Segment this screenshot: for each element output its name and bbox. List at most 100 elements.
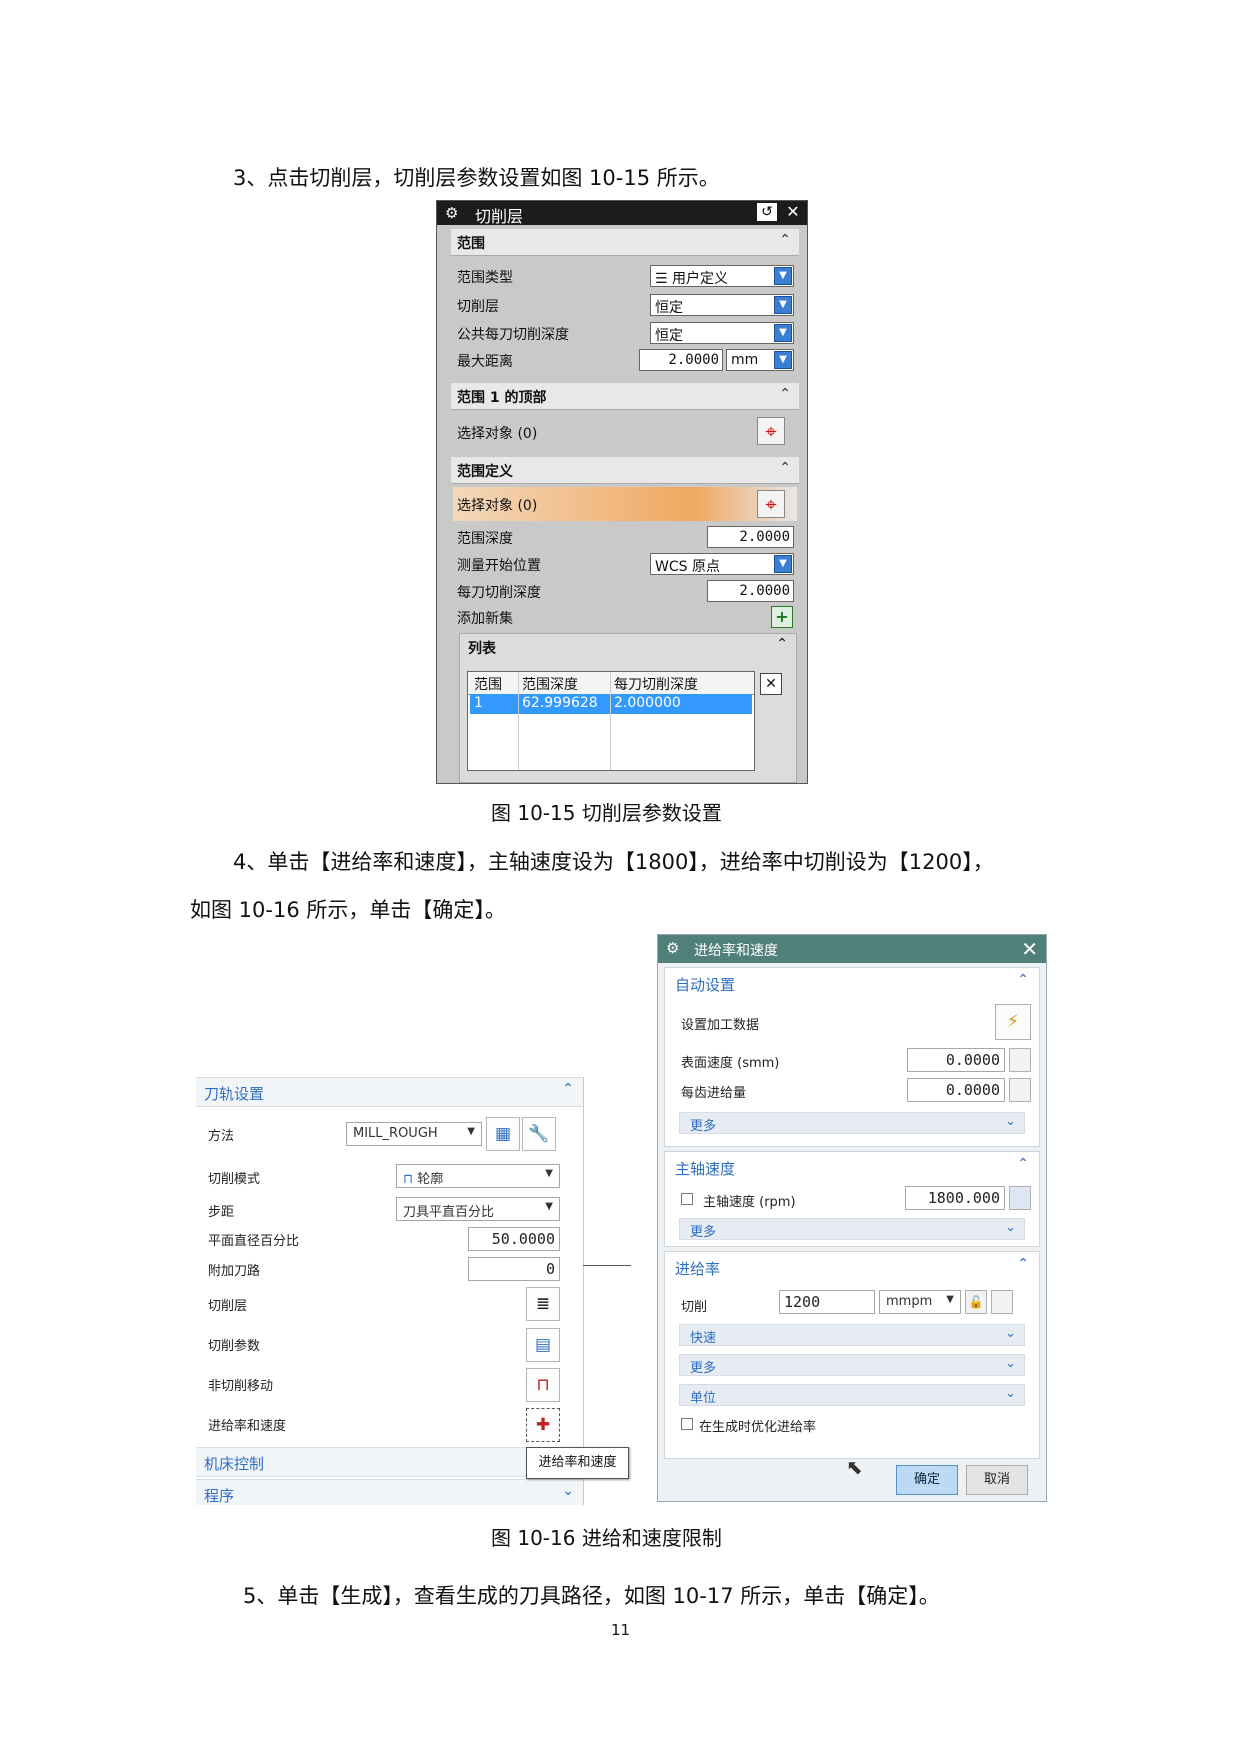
section-label: 范围 1 的顶部 [457, 390, 547, 406]
chevron-up-icon[interactable]: ⌃ [562, 1081, 574, 1097]
calculator-icon[interactable] [1009, 1048, 1031, 1072]
calculator-icon[interactable] [1009, 1078, 1031, 1102]
spindle-speed-checkbox[interactable] [681, 1193, 693, 1205]
wrench-icon[interactable]: 🔧 [522, 1117, 556, 1151]
section-auto-settings[interactable]: 自动设置 [675, 974, 735, 995]
measure-from-label: 测量开始位置 [457, 558, 541, 574]
profile-icon: ⊓ [403, 1172, 414, 1187]
dropdown-value: 恒定 [655, 300, 683, 316]
cut-feed-input[interactable]: 1200 [779, 1290, 875, 1314]
close-icon[interactable]: ✕ [783, 203, 803, 221]
more-toggle[interactable]: 更多 ⌄ [679, 1218, 1025, 1240]
more-toggle[interactable]: 更多 ⌄ [679, 1354, 1025, 1376]
section-spindle-speed[interactable]: 主轴速度 [675, 1158, 735, 1179]
cut-pattern-dropdown[interactable]: ⊓ 轮廓 ▼ [396, 1164, 560, 1188]
units-toggle[interactable]: 单位 ⌄ [679, 1384, 1025, 1406]
section-range[interactable]: 范围 ⌃ [451, 229, 799, 256]
list-label: 列表 [468, 641, 496, 657]
chevron-down-icon[interactable]: ⌄ [562, 1483, 574, 1499]
spindle-speed-input[interactable]: 1800.000 [905, 1186, 1005, 1210]
optimize-feed-checkbox[interactable] [681, 1418, 693, 1430]
section-range-definition[interactable]: 范围定义 ⌃ [451, 457, 799, 484]
chevron-up-icon[interactable]: ⌃ [1017, 972, 1029, 988]
dialog-title-bar: ⚙ 切削层 ↺ ✕ [437, 201, 807, 226]
cursor-icon: ⬉ [846, 1455, 863, 1479]
section-range-top[interactable]: 范围 1 的顶部 ⌃ [451, 383, 799, 410]
feeds-speeds-icon[interactable]: ✚ [526, 1408, 560, 1442]
rapid-label: 快速 [690, 1331, 717, 1346]
chevron-up-icon[interactable]: ⌃ [1017, 1256, 1029, 1272]
column-divider [518, 672, 519, 770]
dropdown-arrow-icon[interactable]: ▼ [774, 324, 792, 342]
chevron-up-icon[interactable]: ⌃ [779, 460, 791, 476]
chevron-up-icon[interactable]: ⌃ [776, 636, 788, 652]
column-divider [610, 672, 611, 770]
calculator-icon[interactable] [991, 1290, 1013, 1314]
optimize-feed-label: 在生成时优化进给率 [699, 1420, 817, 1435]
range-type-dropdown[interactable]: ☰ 用户定义 ▼ [650, 265, 794, 287]
cancel-button[interactable]: 取消 [966, 1465, 1028, 1495]
gear-icon[interactable]: ⚙ [445, 204, 458, 222]
chevron-up-icon[interactable]: ⌃ [779, 386, 791, 402]
section-label: 范围定义 [457, 464, 513, 480]
cut-parameters-icon[interactable]: ▤ [526, 1328, 560, 1362]
dropdown-arrow-icon[interactable]: ▼ [774, 267, 792, 285]
more-toggle[interactable]: 更多 ⌄ [679, 1112, 1025, 1134]
dialog-title: 切削层 [475, 207, 524, 226]
more-label: 更多 [690, 1119, 717, 1134]
dropdown-arrow-icon[interactable]: ▼ [774, 555, 792, 573]
feed-unit-dropdown[interactable]: mmpm ▼ [879, 1290, 961, 1314]
common-depth-dropdown[interactable]: 恒定 ▼ [650, 322, 794, 344]
surface-speed-label: 表面速度 (smm) [681, 1056, 780, 1071]
table-row[interactable]: 1 62.999628 2.000000 [470, 694, 752, 714]
lock-icon[interactable]: 🔓 [965, 1290, 987, 1314]
add-new-set-label: 添加新集 [457, 611, 513, 627]
cut-levels-icon[interactable]: ≣ [526, 1287, 560, 1321]
calculator-icon[interactable] [1009, 1186, 1031, 1210]
rapid-toggle[interactable]: 快速 ⌄ [679, 1324, 1025, 1346]
range-type-label: 范围类型 [457, 270, 513, 286]
dropdown-arrow-icon[interactable]: ▼ [774, 351, 792, 369]
add-icon[interactable]: + [771, 606, 793, 628]
method-dropdown[interactable]: MILL_ROUGH ▼ [346, 1122, 482, 1146]
step-4-text-line2: 如图 10-16 所示，单击【确定】。 [190, 898, 506, 922]
connector-line [583, 1265, 631, 1266]
max-distance-input[interactable]: 2.0000 [639, 349, 723, 371]
unit-dropdown[interactable]: mm ▼ [726, 349, 794, 371]
close-icon[interactable]: ✕ [1021, 937, 1038, 961]
section-label: 机床控制 [204, 1455, 265, 1473]
chevron-down-icon: ▼ [545, 1201, 553, 1212]
dropdown-value: 轮廓 [417, 1172, 444, 1187]
non-cutting-moves-icon[interactable]: ⊓ [526, 1368, 560, 1402]
section-label: 范围 [457, 236, 485, 252]
section-program[interactable]: 程序 ⌄ [196, 1479, 584, 1505]
surface-speed-input[interactable]: 0.0000 [907, 1048, 1005, 1072]
table-cell: 1 [474, 695, 483, 711]
depth-per-cut-input[interactable]: 2.0000 [707, 580, 794, 602]
stepover-dropdown[interactable]: 刀具平直百分比 ▼ [396, 1197, 560, 1221]
crosshair-icon[interactable]: ⌖ [757, 490, 785, 518]
crosshair-icon[interactable]: ⌖ [757, 417, 785, 445]
feed-per-tooth-input[interactable]: 0.0000 [907, 1078, 1005, 1102]
cut-levels-dropdown[interactable]: 恒定 ▼ [650, 294, 794, 316]
section-feed-rates[interactable]: 进给率 [675, 1258, 720, 1279]
section-tool-path[interactable]: 刀轨设置 ⌃ [196, 1077, 584, 1107]
range-depth-input[interactable]: 2.0000 [707, 526, 794, 548]
reset-icon[interactable]: ↺ [757, 203, 777, 221]
chevron-up-icon[interactable]: ⌃ [779, 232, 791, 248]
select-object-active-label: 选择对象 (0) [457, 498, 538, 514]
delete-icon[interactable]: ✕ [760, 673, 782, 695]
cut-parameters-label: 切削参数 [208, 1339, 261, 1354]
chevron-up-icon[interactable]: ⌃ [1017, 1156, 1029, 1172]
flat-diameter-input[interactable]: 50.0000 [468, 1227, 560, 1251]
dropdown-arrow-icon[interactable]: ▼ [774, 296, 792, 314]
lightning-icon[interactable]: ⚡ [995, 1004, 1031, 1040]
non-cutting-moves-label: 非切削移动 [208, 1379, 274, 1394]
machine-icon[interactable]: ▦ [486, 1117, 520, 1151]
ok-button[interactable]: 确定 [896, 1465, 958, 1495]
additional-passes-input[interactable]: 0 [468, 1257, 560, 1281]
gear-icon[interactable]: ⚙ [666, 939, 679, 957]
set-machining-data-label: 设置加工数据 [681, 1018, 760, 1033]
dropdown-value: MILL_ROUGH [353, 1126, 438, 1141]
measure-from-dropdown[interactable]: WCS 原点 ▼ [650, 553, 794, 575]
